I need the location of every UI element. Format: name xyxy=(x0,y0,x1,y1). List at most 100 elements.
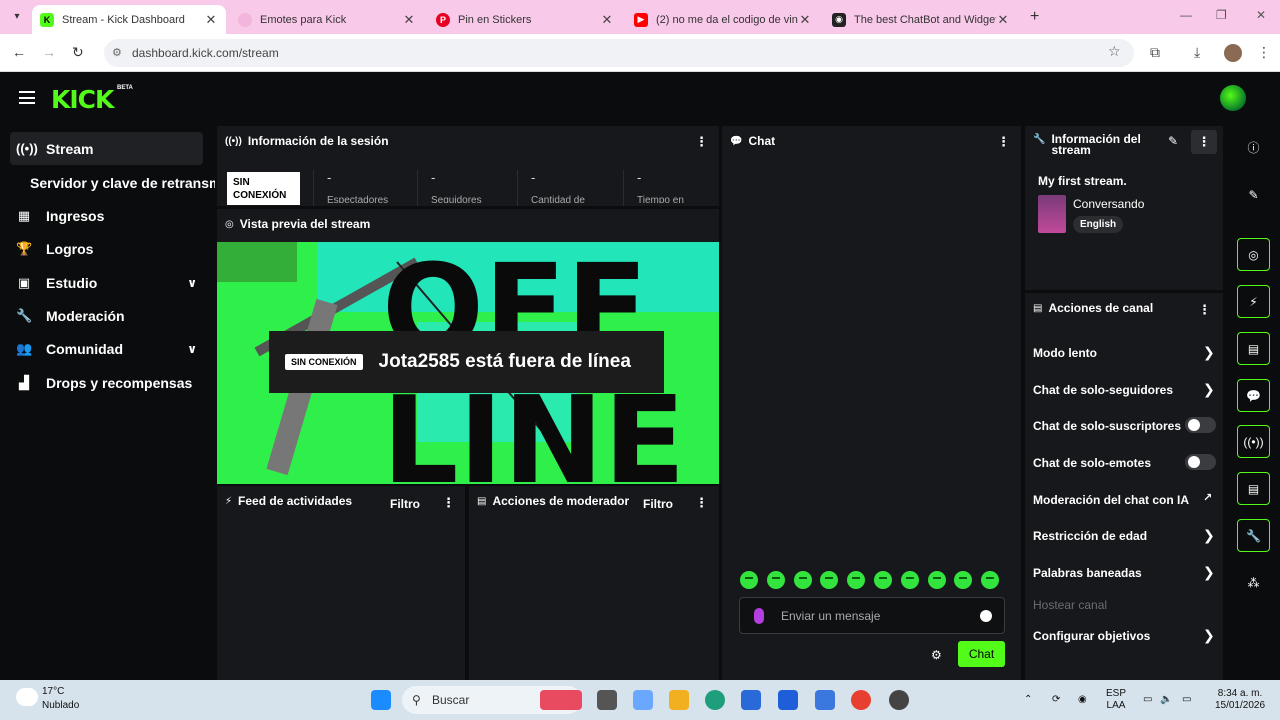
close-window-icon[interactable]: ✕ xyxy=(1256,8,1266,22)
extensions-icon[interactable]: ⧉ xyxy=(1150,44,1160,61)
emote-icon[interactable] xyxy=(766,571,785,589)
kick-logo[interactable]: KICK xyxy=(51,85,114,114)
action-slow-mode[interactable]: Modo lento ❯ xyxy=(1033,344,1215,360)
store-icon[interactable] xyxy=(741,690,761,710)
kebab-menu-icon[interactable]: ⋮ xyxy=(1191,130,1217,154)
emote-icon[interactable] xyxy=(820,571,839,589)
volume-icon[interactable]: 🔈 xyxy=(1160,694,1172,706)
filter-button[interactable]: Filtro xyxy=(643,497,673,511)
sidebar-item-server-key[interactable]: Servidor y clave de retransm xyxy=(30,166,215,199)
edit-pencil-icon[interactable]: ✎ xyxy=(1237,178,1270,211)
emote-icon[interactable] xyxy=(873,571,892,589)
browser-menu-icon[interactable]: ⋮ xyxy=(1257,44,1271,61)
sidebar-item-stream[interactable]: ((•)) Stream xyxy=(10,132,203,165)
stream-category[interactable]: Conversando xyxy=(1073,197,1144,211)
bookmark-star-icon[interactable]: ☆ xyxy=(1108,43,1121,60)
edit-pencil-icon[interactable]: ✎ xyxy=(1168,134,1178,148)
task-view-icon[interactable] xyxy=(597,690,617,710)
browser-tab-emotes[interactable]: Emotes para Kick ✕ xyxy=(230,5,424,34)
tray-app-icon[interactable]: ◉ xyxy=(1078,694,1087,706)
battery-icon[interactable]: ▭ xyxy=(1182,694,1191,706)
action-ai-moderation[interactable]: Moderación del chat con IA ↗ xyxy=(1033,492,1213,507)
filter-button[interactable]: Filtro xyxy=(390,497,420,511)
back-icon[interactable]: ← xyxy=(12,44,26,60)
copilot-icon[interactable] xyxy=(633,690,653,710)
tab-search-chevron-icon[interactable]: ▾ xyxy=(8,8,26,26)
user-avatar[interactable] xyxy=(1220,85,1246,111)
close-tab-icon[interactable]: ✕ xyxy=(600,12,614,28)
close-tab-icon[interactable]: ✕ xyxy=(204,12,218,28)
chevron-down-icon[interactable]: ∨ xyxy=(187,342,197,356)
kebab-menu-icon[interactable]: ⋮ xyxy=(1198,302,1211,318)
sidebar-item-logros[interactable]: 🏆 Logros xyxy=(10,232,203,265)
sidebar-item-moderacion[interactable]: 🔧 Moderación xyxy=(10,299,203,332)
minimize-icon[interactable]: — xyxy=(1180,8,1192,22)
new-tab-icon[interactable]: + xyxy=(1030,8,1039,26)
browser-tab-stream[interactable]: K Stream - Kick Dashboard ✕ xyxy=(32,5,226,34)
sidebar-item-drops[interactable]: ▟ Drops y recompensas xyxy=(10,366,203,399)
clock[interactable]: 8:34 a. m. 15/01/2026 xyxy=(1210,688,1270,712)
info-icon[interactable]: ⓘ xyxy=(1237,131,1270,164)
maximize-icon[interactable]: ❐ xyxy=(1216,8,1227,22)
chat-message-input[interactable]: Enviar un mensaje xyxy=(739,597,1005,634)
chat-send-button[interactable]: Chat xyxy=(958,641,1005,667)
emoji-picker-icon[interactable] xyxy=(980,610,992,622)
emote-icon[interactable] xyxy=(740,571,758,589)
download-icon[interactable]: ⤓ xyxy=(1194,44,1200,61)
language-indicator[interactable]: ESP LAA xyxy=(1106,688,1126,712)
emote-icon[interactable] xyxy=(847,571,866,589)
action-followers-only[interactable]: Chat de solo-seguidores ❯ xyxy=(1033,381,1215,397)
wrench-icon[interactable]: 🔧 xyxy=(1237,519,1270,552)
browser-tab-chatbot[interactable]: ◉ The best ChatBot and Widgets ✕ xyxy=(824,5,1018,34)
url-bar[interactable]: ⚙ dashboard.kick.com/stream xyxy=(104,39,1134,67)
sidebar-item-estudio[interactable]: ▣ Estudio ∨ xyxy=(10,266,203,299)
browser-tab-youtube[interactable]: ▶ (2) no me da el codigo de vincu ✕ xyxy=(626,5,820,34)
widgets-icon[interactable]: ⁂ xyxy=(1237,566,1270,599)
site-info-icon[interactable]: ⚙ xyxy=(112,39,122,67)
microphone-icon[interactable] xyxy=(754,608,764,624)
kebab-menu-icon[interactable]: ⋮ xyxy=(695,134,708,150)
profile-avatar[interactable] xyxy=(1224,44,1242,62)
monitor-icon[interactable]: ▭ xyxy=(1143,694,1152,706)
kebab-menu-icon[interactable]: ⋮ xyxy=(695,495,708,511)
file-explorer-icon[interactable] xyxy=(669,690,689,710)
forward-icon[interactable]: → xyxy=(42,44,56,60)
emote-icon[interactable] xyxy=(900,571,919,589)
windows-start-icon[interactable] xyxy=(371,690,391,710)
kebab-menu-icon[interactable]: ⋮ xyxy=(997,134,1010,150)
tray-sync-icon[interactable]: ⟳ xyxy=(1052,694,1060,706)
chat-settings-gear-icon[interactable]: ⚙ xyxy=(931,648,942,662)
emote-icon[interactable] xyxy=(981,571,1000,589)
emote-icon[interactable] xyxy=(954,571,973,589)
subscribers-only-toggle[interactable] xyxy=(1185,417,1216,433)
tray-chevron-icon[interactable]: ⌃ xyxy=(1024,694,1032,706)
sidebar-item-comunidad[interactable]: 👥 Comunidad ∨ xyxy=(10,332,203,365)
chrome-icon[interactable] xyxy=(851,690,871,710)
obs-icon[interactable] xyxy=(889,690,909,710)
lightning-icon[interactable]: ⚡ xyxy=(1237,285,1270,318)
hamburger-menu-icon[interactable] xyxy=(19,91,35,104)
emote-icon[interactable] xyxy=(793,571,812,589)
action-age-restriction[interactable]: Restricción de edad ❯ xyxy=(1033,527,1215,543)
emote-icon[interactable] xyxy=(927,571,946,589)
chevron-down-icon[interactable]: ∨ xyxy=(187,276,197,290)
emotes-only-toggle[interactable] xyxy=(1185,454,1216,470)
kebab-menu-icon[interactable]: ⋮ xyxy=(442,495,455,511)
preview-toggle-icon[interactable]: ◎ xyxy=(1237,238,1270,271)
close-tab-icon[interactable]: ✕ xyxy=(402,12,416,28)
close-tab-icon[interactable]: ✕ xyxy=(996,12,1010,28)
app-icon[interactable] xyxy=(778,690,798,710)
browser-tab-pinterest[interactable]: P Pin en Stickers ✕ xyxy=(428,5,622,34)
reload-icon[interactable]: ↻ xyxy=(72,44,84,61)
action-banned-words[interactable]: Palabras baneadas ❯ xyxy=(1033,564,1215,580)
chat-bubble-icon[interactable]: 💬 xyxy=(1237,379,1270,412)
outlook-icon[interactable] xyxy=(815,690,835,710)
channel-actions-icon[interactable]: ▤ xyxy=(1237,472,1270,505)
action-goals[interactable]: Configurar objetivos ❯ xyxy=(1033,627,1215,643)
broadcast-icon[interactable]: ((•)) xyxy=(1237,425,1270,458)
document-icon[interactable]: ▤ xyxy=(1237,332,1270,365)
edge-icon[interactable] xyxy=(705,690,725,710)
cloud-weather-icon[interactable] xyxy=(16,688,38,706)
close-tab-icon[interactable]: ✕ xyxy=(798,12,812,28)
sidebar-item-ingresos[interactable]: ▦ Ingresos xyxy=(10,199,203,232)
